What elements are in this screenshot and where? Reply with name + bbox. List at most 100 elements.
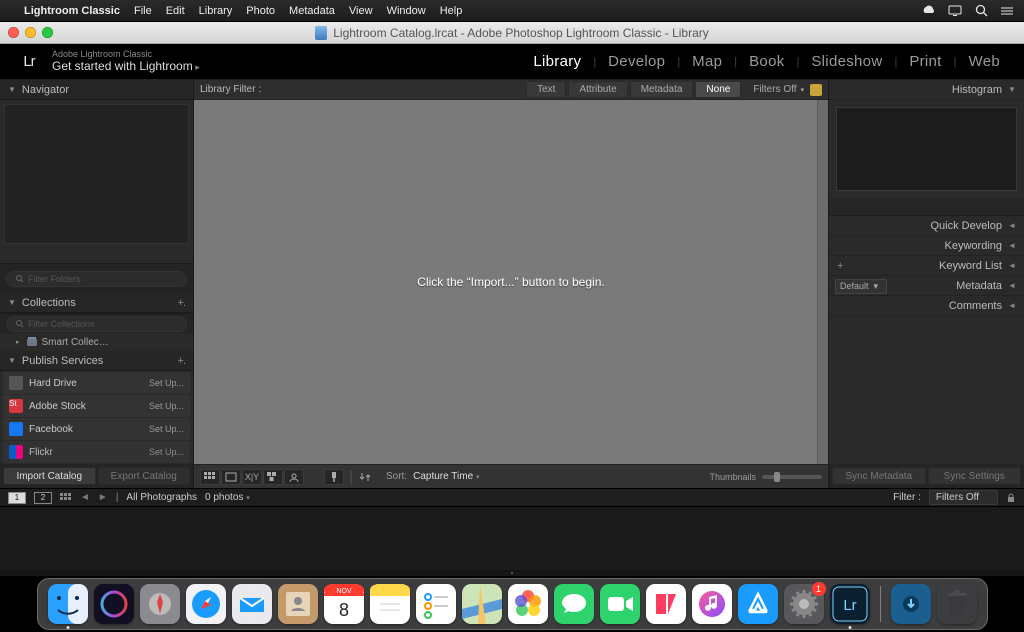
filter-collections-input[interactable]: Filter Collections	[6, 316, 187, 332]
quick-develop-header[interactable]: Quick Develop◄	[829, 216, 1024, 236]
main-area: ▼ Navigator Filter Folders ▼ Collections…	[0, 80, 1024, 488]
go-forward-icon[interactable]: ►	[98, 492, 108, 503]
comments-header[interactable]: Comments◄	[829, 296, 1024, 316]
keywording-header[interactable]: Keywording◄	[829, 236, 1024, 256]
import-catalog-button[interactable]: Import Catalog	[3, 467, 96, 485]
keyword-list-header[interactable]: +Keyword List◄	[829, 256, 1024, 276]
dock-app-appstore[interactable]	[738, 584, 778, 624]
filmstrip-filter-combo[interactable]: Filters Off	[929, 490, 998, 505]
secondary-display-button[interactable]: 2	[34, 492, 52, 504]
control-center-icon[interactable]	[1000, 4, 1014, 18]
menu-help[interactable]: Help	[440, 5, 463, 17]
dock-app-facetime[interactable]	[600, 584, 640, 624]
filter-folders-input[interactable]: Filter Folders	[6, 271, 187, 287]
dock-app-notes[interactable]	[370, 584, 410, 624]
add-keyword-icon[interactable]: +	[837, 260, 847, 272]
dock-app-maps[interactable]	[462, 584, 502, 624]
filmstrip[interactable]	[0, 506, 1024, 570]
compare-view-icon[interactable]: X|Y	[242, 469, 262, 485]
service-setup-link[interactable]: Set Up...	[149, 378, 184, 388]
spotlight-icon[interactable]	[974, 4, 988, 18]
app-menu[interactable]: Lightroom Classic	[24, 5, 120, 17]
filter-lock-icon[interactable]	[810, 84, 822, 96]
filter-lock-icon[interactable]	[1006, 493, 1016, 503]
menu-file[interactable]: File	[134, 5, 152, 17]
dock-app-contacts[interactable]	[278, 584, 318, 624]
sync-settings-button[interactable]: Sync Settings	[928, 467, 1022, 485]
dock-downloads[interactable]	[891, 584, 931, 624]
identity-plate[interactable]: Lr Adobe Lightroom Classic Get started w…	[16, 50, 200, 73]
survey-view-icon[interactable]	[263, 469, 283, 485]
service-setup-link[interactable]: Set Up...	[149, 401, 184, 411]
dock-app-calendar[interactable]: NOV8	[324, 584, 364, 624]
filter-tab-text[interactable]: Text	[526, 81, 566, 98]
filter-tab-attribute[interactable]: Attribute	[568, 81, 627, 98]
menu-photo[interactable]: Photo	[246, 5, 275, 17]
metadata-header[interactable]: Metadata◄	[829, 276, 1024, 296]
add-publish-service-icon[interactable]	[178, 355, 185, 367]
menu-view[interactable]: View	[349, 5, 373, 17]
menu-edit[interactable]: Edit	[166, 5, 185, 17]
disclosure-triangle-icon: ◄	[1008, 281, 1016, 290]
collections-filter-row: Filter Collections	[0, 313, 193, 333]
dock-app-finder[interactable]	[48, 584, 88, 624]
module-slideshow[interactable]: Slideshow	[803, 50, 890, 73]
add-collection-icon[interactable]	[178, 297, 185, 309]
publish-service-hd[interactable]: Hard DriveSet Up...	[3, 372, 190, 394]
window-title: Lightroom Catalog.lrcat - Adobe Photosho…	[0, 26, 1024, 40]
filter-preset-combo[interactable]: Filters Off▾	[753, 84, 804, 95]
module-library[interactable]: Library	[525, 50, 589, 73]
cc-sync-icon[interactable]	[922, 4, 936, 18]
people-view-icon[interactable]	[284, 469, 304, 485]
export-catalog-button[interactable]: Export Catalog	[98, 467, 191, 485]
dock-trash[interactable]	[937, 584, 977, 624]
histogram-panel-header[interactable]: Histogram ▼	[829, 80, 1024, 100]
dock-app-messages[interactable]	[554, 584, 594, 624]
menu-library[interactable]: Library	[199, 5, 233, 17]
primary-display-button[interactable]: 1	[8, 492, 26, 504]
filmstrip-source-label[interactable]: All Photographs	[126, 492, 197, 503]
dock-app-news[interactable]	[646, 584, 686, 624]
menu-metadata[interactable]: Metadata	[289, 5, 335, 17]
histogram-label: Histogram	[952, 84, 1002, 96]
menu-window[interactable]: Window	[387, 5, 426, 17]
dock-app-lightroom[interactable]: Lr	[830, 584, 870, 624]
dock-app-safari[interactable]	[186, 584, 226, 624]
module-print[interactable]: Print	[901, 50, 949, 73]
filter-tab-metadata[interactable]: Metadata	[630, 81, 694, 98]
navigator-preview[interactable]	[4, 104, 189, 244]
navigator-panel-header[interactable]: ▼ Navigator	[0, 80, 193, 100]
publish-service-fb[interactable]: FacebookSet Up...	[3, 418, 190, 440]
dock-app-settings[interactable]	[784, 584, 824, 624]
module-develop[interactable]: Develop	[600, 50, 673, 73]
sort-direction-icon[interactable]	[358, 469, 372, 485]
service-setup-link[interactable]: Set Up...	[149, 424, 184, 434]
dock-app-launchpad[interactable]	[140, 584, 180, 624]
painter-tool-icon[interactable]	[324, 469, 344, 485]
collections-panel-header[interactable]: ▼ Collections	[0, 293, 193, 313]
publish-service-fl[interactable]: FlickrSet Up...	[3, 441, 190, 463]
dock-app-music[interactable]	[692, 584, 732, 624]
dock-app-reminders[interactable]	[416, 584, 456, 624]
publish-services-header[interactable]: ▼ Publish Services	[0, 351, 193, 371]
publish-service-st[interactable]: StAdobe StockSet Up...	[3, 395, 190, 417]
module-web[interactable]: Web	[961, 50, 1008, 73]
module-book[interactable]: Book	[741, 50, 792, 73]
go-back-icon[interactable]: ◄	[80, 492, 90, 503]
service-setup-link[interactable]: Set Up...	[149, 447, 184, 457]
dock-app-siri[interactable]	[94, 584, 134, 624]
grid-view-icon[interactable]	[200, 469, 220, 485]
sort-value-combo[interactable]: Capture Time ▾	[413, 471, 479, 482]
display-icon[interactable]	[948, 4, 962, 18]
thumbnail-size-slider[interactable]	[762, 475, 822, 479]
smart-collections-item[interactable]: Smart Collec…	[0, 333, 193, 351]
filter-tab-none[interactable]: None	[695, 81, 741, 98]
dock-app-mail[interactable]	[232, 584, 272, 624]
module-map[interactable]: Map	[684, 50, 730, 73]
jump-grid-icon[interactable]	[60, 493, 72, 503]
dock-app-photos[interactable]	[508, 584, 548, 624]
library-grid-view[interactable]: Click the “Import...” button to begin.	[194, 100, 828, 464]
publish-services-label: Publish Services	[22, 355, 103, 367]
loupe-view-icon[interactable]	[221, 469, 241, 485]
sync-metadata-button[interactable]: Sync Metadata	[832, 467, 926, 485]
